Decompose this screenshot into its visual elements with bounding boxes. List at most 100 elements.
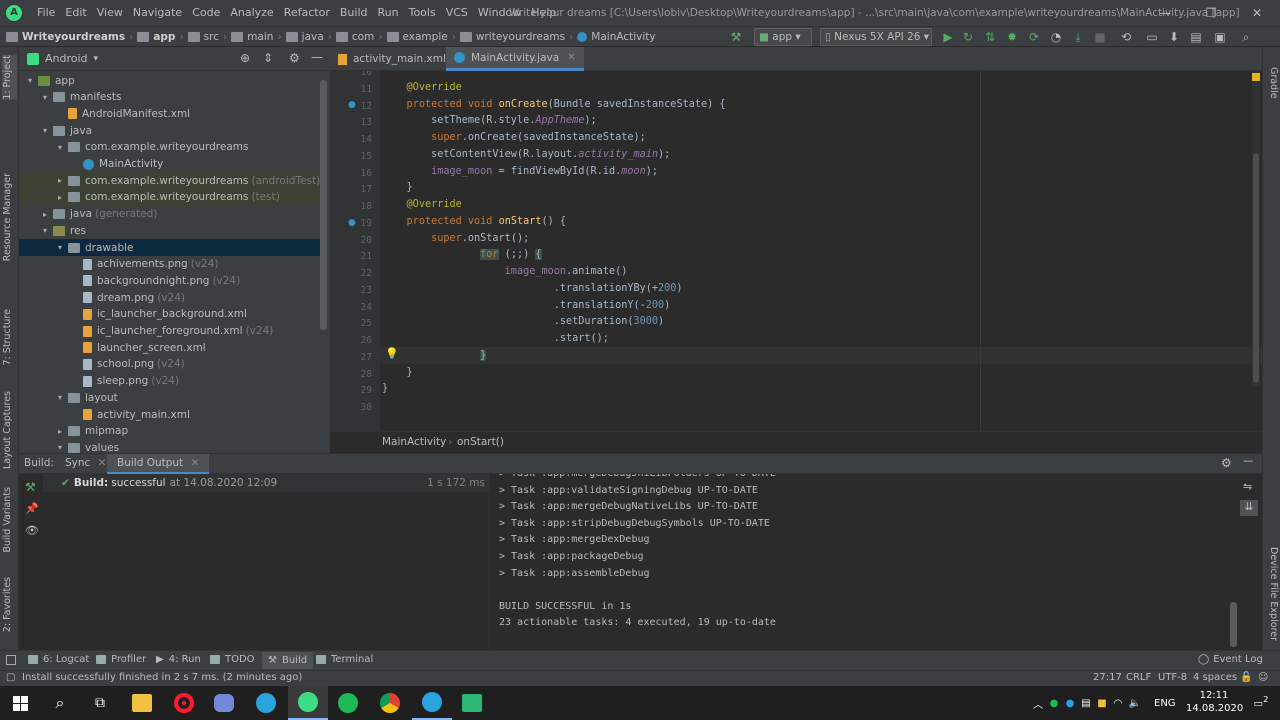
hammer-icon[interactable]: ⚒ <box>25 480 39 494</box>
tab-gradle[interactable]: Gradle <box>1264 67 1279 99</box>
tree-toggle-icon[interactable]: ▾ <box>55 443 65 452</box>
input-language[interactable]: ENG <box>1154 686 1176 720</box>
android-studio-taskbar-icon[interactable] <box>288 686 328 720</box>
attach-process-icon[interactable]: ⤓ <box>1070 29 1086 46</box>
menu-run[interactable]: Run <box>373 0 404 26</box>
layout-inspector-icon[interactable]: ▣ <box>1212 29 1228 46</box>
tree-item[interactable]: launcher_screen.xml <box>19 339 323 356</box>
breadcrumb-src[interactable]: src › <box>187 27 232 47</box>
tab-structure[interactable]: 7: Structure <box>2 309 17 365</box>
code-line[interactable]: image_moon.animate() <box>382 266 628 277</box>
breadcrumb-project[interactable]: Writeyourdreams › <box>6 27 137 47</box>
task-view-icon[interactable]: ⧉ <box>80 686 120 720</box>
apply-changes-icon[interactable]: ↻ <box>960 29 976 46</box>
windows-start-icon[interactable] <box>0 686 40 720</box>
tray-volume-icon[interactable]: 🔈 <box>1126 698 1144 709</box>
code-line[interactable]: setTheme(R.style.AppTheme); <box>382 115 597 126</box>
tree-item[interactable]: AndroidManifest.xml <box>19 105 323 122</box>
lock-icon[interactable]: 🔓 <box>1240 672 1252 683</box>
collapse-all-icon[interactable]: ⇕ <box>263 51 273 65</box>
menu-analyze[interactable]: Analyze <box>225 0 278 26</box>
toggle-tool-windows-icon[interactable] <box>6 655 16 665</box>
restore-button[interactable]: ❐ <box>1188 0 1234 26</box>
tree-item[interactable]: ▸ com.example.writeyourdreams (androidTest… <box>19 172 323 190</box>
override-gutter-icon[interactable]: ● <box>348 100 356 110</box>
close-button[interactable]: ✕ <box>1234 0 1280 26</box>
code-line[interactable]: .translationY(-200) <box>382 300 671 311</box>
code-line[interactable]: for (;;) { <box>382 249 542 261</box>
tool-terminal[interactable]: Terminal <box>316 654 373 665</box>
tree-toggle-icon[interactable]: ▸ <box>55 176 65 185</box>
code-line[interactable]: } <box>382 367 413 378</box>
file-encoding[interactable]: UTF-8 <box>1158 672 1187 683</box>
build-output-console[interactable]: > Task :app:mergeDebugJniLibFolders UP-T… <box>490 474 1262 650</box>
clock[interactable]: 12:11 14.08.2020 <box>1186 686 1243 720</box>
menu-navigate[interactable]: Navigate <box>128 0 187 26</box>
console-scrollbar[interactable] <box>1230 602 1237 647</box>
code-line[interactable]: .start(); <box>382 333 609 344</box>
tool-logcat[interactable]: 6: Logcat <box>28 654 89 665</box>
device-select[interactable]: ▯ Nexus 5X API 26 ▾ <box>820 28 932 46</box>
indent-setting[interactable]: 4 spaces <box>1193 672 1237 683</box>
project-scrollbar[interactable] <box>320 80 327 330</box>
tab-resource-manager[interactable]: Resource Manager <box>2 173 17 261</box>
breadcrumb-java[interactable]: java › <box>285 27 336 47</box>
debug-icon[interactable]: ✹ <box>1004 29 1020 46</box>
tab-favorites[interactable]: 2: Favorites <box>2 577 17 632</box>
tab-layout-captures[interactable]: Layout Captures <box>2 391 17 469</box>
breadcrumb-class[interactable]: MainActivity <box>382 436 446 448</box>
tree-item[interactable]: ▸ java (generated) <box>19 206 323 223</box>
tree-toggle-icon[interactable]: ▸ <box>55 193 65 202</box>
breadcrumb-example[interactable]: example › <box>386 27 460 47</box>
tree-item[interactable]: ic_launcher_foreground.xml (v24) <box>19 323 323 340</box>
tree-item[interactable]: ▾ drawable <box>19 239 323 256</box>
stop-icon[interactable]: ■ <box>1092 29 1108 46</box>
code-line[interactable]: protected void onStart() { <box>382 216 567 227</box>
breadcrumb-app[interactable]: app › <box>137 27 187 47</box>
tray-network-icon[interactable]: ▤ <box>1078 698 1094 709</box>
tray-expand-icon[interactable]: ︿ <box>1030 696 1046 711</box>
status-message[interactable]: Install successfully finished in 2 s 7 m… <box>22 672 302 683</box>
tree-toggle-icon[interactable]: ▾ <box>40 226 50 235</box>
line-separator[interactable]: CRLF <box>1126 672 1151 683</box>
project-view-select[interactable]: Android ▾ <box>27 52 98 65</box>
tree-item[interactable]: ▾ values <box>19 439 323 454</box>
code-line[interactable]: protected void onCreate(Bundle savedInst… <box>382 99 726 110</box>
locate-file-icon[interactable]: ⊕ <box>240 51 250 65</box>
pin-icon[interactable]: 📌 <box>25 502 39 515</box>
tree-item[interactable]: MainActivity <box>19 156 323 173</box>
breadcrumb-method[interactable]: onStart() <box>457 436 504 448</box>
file-explorer-icon[interactable] <box>122 686 162 720</box>
menu-file[interactable]: File <box>32 0 60 26</box>
spotify-icon[interactable] <box>328 686 368 720</box>
tray-folder-icon[interactable]: ■ <box>1094 698 1110 709</box>
build-result-row[interactable]: ✔ Build: successful at 14.08.2020 12:09 … <box>43 474 489 492</box>
tool-profiler[interactable]: Profiler <box>96 654 146 665</box>
chrome-icon[interactable] <box>370 686 410 720</box>
tree-item[interactable]: school.png (v24) <box>19 356 323 373</box>
tree-item[interactable]: dream.png (v24) <box>19 289 323 306</box>
attach-debugger-icon[interactable]: ◔ <box>1048 29 1064 46</box>
tool-build[interactable]: ⚒ Build <box>262 652 314 669</box>
breadcrumb-writeyourdreams[interactable]: writeyourdreams › <box>459 27 577 47</box>
app-green-icon[interactable] <box>452 686 492 720</box>
code-line[interactable]: } <box>382 182 413 193</box>
hammer-build-icon[interactable]: ⚒ <box>728 29 744 46</box>
run-config-select[interactable]: ■ app ▾ <box>754 28 812 46</box>
code-line[interactable]: super.onStart(); <box>382 233 529 244</box>
tree-item[interactable]: ▾ app <box>19 72 323 89</box>
code-line[interactable]: @Override <box>382 199 462 210</box>
tree-item[interactable]: ▾ com.example.writeyourdreams <box>19 139 323 156</box>
soft-wrap-icon[interactable]: ⇋ <box>1243 480 1252 493</box>
tray-wifi-icon[interactable]: ◠ <box>1110 698 1126 709</box>
tab-build-variants[interactable]: Build Variants <box>2 487 17 553</box>
menu-edit[interactable]: Edit <box>60 0 91 26</box>
caret-position[interactable]: 27:17 <box>1093 672 1122 683</box>
menu-vcs[interactable]: VCS <box>441 0 473 26</box>
status-toggle-icon[interactable]: ▢ <box>6 672 15 683</box>
avd-manager-icon[interactable]: ▭ <box>1144 29 1160 46</box>
tree-item[interactable]: ▸ mipmap <box>19 423 323 440</box>
opera-icon[interactable] <box>164 686 204 720</box>
code-line[interactable]: .translationYBy(+200) <box>382 283 683 294</box>
tree-item[interactable]: ic_launcher_background.xml <box>19 306 323 323</box>
